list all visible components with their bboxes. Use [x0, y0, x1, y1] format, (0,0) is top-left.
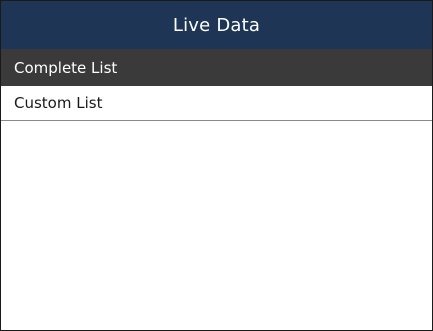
menu-item-label: Complete List	[14, 58, 118, 77]
title-bar: Live Data	[1, 1, 432, 49]
live-data-screen: Live Data Complete List Custom List	[0, 0, 433, 331]
page-title: Live Data	[172, 14, 261, 36]
menu-list: Complete List Custom List	[1, 49, 432, 121]
menu-item-complete-list[interactable]: Complete List	[1, 49, 432, 86]
menu-item-custom-list[interactable]: Custom List	[1, 86, 432, 121]
menu-item-label: Custom List	[14, 94, 103, 112]
